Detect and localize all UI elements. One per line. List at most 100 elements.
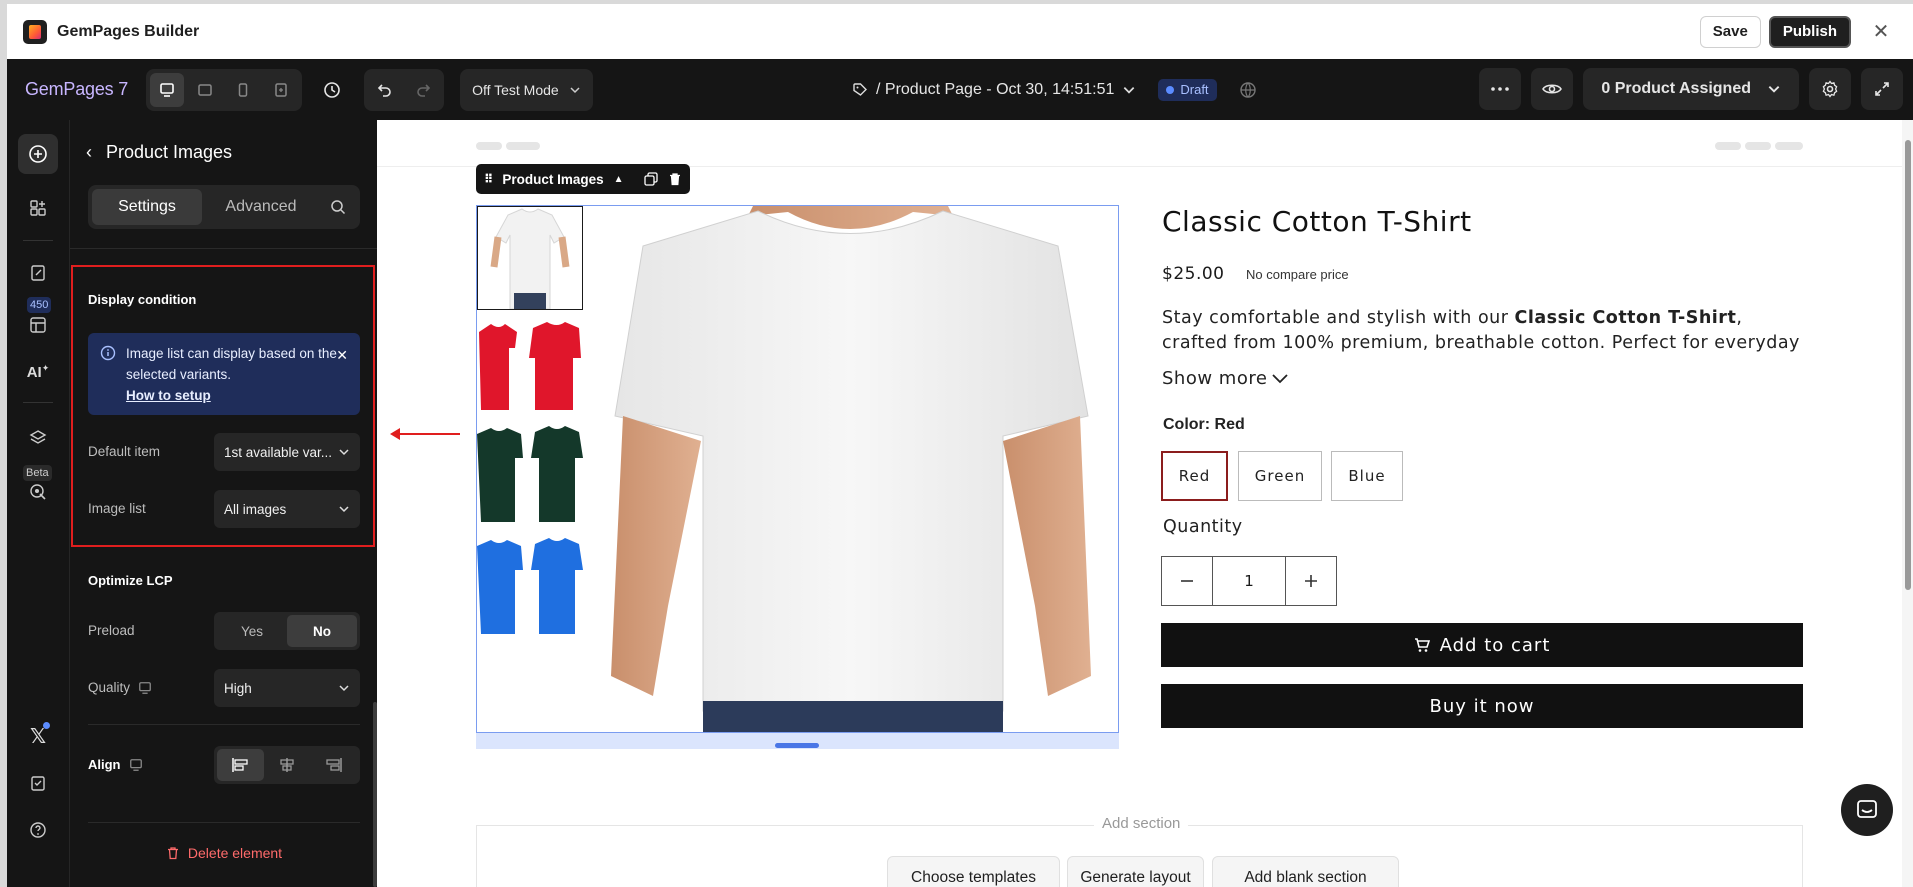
info-callout: Image list can display based on the sele… — [88, 333, 360, 415]
apps-icon[interactable] — [18, 188, 58, 228]
desktop-icon — [139, 681, 151, 694]
annotation-arrow — [390, 428, 460, 440]
skeleton-bar — [1775, 142, 1803, 150]
main-product-image[interactable] — [583, 206, 1118, 732]
product-title: Classic Cotton T-Shirt — [1162, 205, 1472, 238]
show-more-link[interactable]: Show more — [1162, 368, 1289, 389]
preload-yes-option[interactable]: Yes — [217, 615, 287, 647]
page-title: / Product Page - Oct 30, 14:51:51 — [876, 80, 1115, 98]
ai-icon[interactable]: AI ✦ — [18, 352, 58, 392]
delete-element-button[interactable]: Delete element — [70, 845, 378, 861]
tab-settings[interactable]: Settings — [92, 189, 202, 225]
close-icon[interactable]: ✕ — [336, 345, 348, 366]
info-text: Image list can display based on the sele… — [126, 346, 337, 382]
globe-icon[interactable] — [1239, 81, 1257, 99]
more-options-icon[interactable] — [1479, 68, 1522, 110]
device-switcher — [146, 68, 303, 111]
test-mode-dropdown[interactable]: Off Test Mode — [460, 68, 593, 111]
add-to-cart-button[interactable]: Add to cart — [1161, 623, 1803, 667]
page-canvas: ⠿ Product Images ▲ Classic Cotton T-Shir… — [377, 120, 1913, 887]
panel-title: Product Images — [106, 142, 233, 162]
variant-green[interactable]: Green — [1238, 451, 1322, 501]
desktop-icon[interactable] — [150, 72, 185, 107]
image-list-select[interactable]: All images — [214, 490, 360, 528]
how-to-setup-link[interactable]: How to setup — [126, 385, 348, 406]
brand-label: GemPages 7 — [25, 79, 129, 99]
product-assign-dropdown[interactable]: 0 Product Assigned — [1583, 68, 1799, 110]
page-title-dropdown[interactable]: / Product Page - Oct 30, 14:51:51 Draft — [852, 59, 1257, 120]
settings-panel: ‹ Product Images Settings Advanced Displ… — [69, 120, 378, 887]
canvas-scrollbar[interactable] — [1902, 120, 1913, 887]
trash-icon[interactable] — [668, 172, 682, 186]
quantity-input[interactable]: 1 — [1212, 557, 1286, 605]
fit-width-icon[interactable] — [264, 73, 298, 107]
undo-icon[interactable] — [368, 73, 402, 107]
product-images-element[interactable] — [476, 205, 1119, 733]
back-chevron-icon[interactable]: ‹ — [86, 142, 92, 163]
generate-layout-button[interactable]: Generate layout — [1067, 856, 1204, 887]
thumbnail-blue-shirt[interactable] — [477, 536, 583, 640]
element-resize-bar[interactable] — [476, 733, 1119, 749]
layout-icon[interactable] — [18, 305, 58, 345]
thumbnail-list — [477, 206, 583, 652]
drag-handle-icon[interactable]: ⠿ — [484, 172, 493, 186]
align-right-icon[interactable] — [310, 749, 357, 781]
decrement-button[interactable] — [1162, 557, 1212, 605]
checklist-icon[interactable] — [18, 763, 58, 803]
skeleton-bar — [506, 142, 540, 150]
target-icon[interactable] — [18, 472, 58, 512]
element-tag-bar[interactable]: ⠿ Product Images ▲ — [476, 164, 690, 194]
duplicate-icon[interactable] — [643, 172, 658, 186]
chat-support-icon[interactable] — [1841, 784, 1893, 836]
publish-button[interactable]: Publish — [1768, 15, 1851, 48]
skeleton-bar — [1715, 142, 1741, 150]
redo-icon[interactable] — [406, 73, 440, 107]
cart-icon — [1414, 638, 1430, 652]
search-icon[interactable] — [320, 189, 356, 225]
help-icon[interactable] — [18, 810, 58, 850]
preview-eye-icon[interactable] — [1531, 68, 1574, 110]
quality-label-row: Quality — [88, 680, 152, 695]
align-title: Align — [88, 757, 143, 772]
tablet-icon[interactable] — [188, 73, 222, 107]
fullscreen-icon[interactable] — [1861, 68, 1903, 110]
product-description: Stay comfortable and stylish with our Cl… — [1162, 308, 1800, 353]
chevron-down-icon — [339, 685, 349, 692]
close-icon[interactable]: ✕ — [1865, 16, 1897, 48]
add-element-icon[interactable] — [18, 134, 58, 174]
default-item-select[interactable]: 1st available var... — [214, 433, 360, 471]
status-badge: Draft — [1158, 78, 1217, 101]
resize-handle[interactable] — [775, 743, 819, 748]
tab-advanced[interactable]: Advanced — [202, 189, 320, 225]
chevron-down-icon — [570, 86, 580, 93]
buy-now-button[interactable]: Buy it now — [1161, 684, 1803, 728]
variant-blue[interactable]: Blue — [1331, 451, 1403, 501]
history-icon[interactable] — [312, 70, 352, 110]
settings-gear-icon[interactable] — [1809, 68, 1851, 110]
increment-button[interactable] — [1286, 557, 1336, 605]
quantity-stepper: 1 — [1161, 556, 1337, 606]
thumbnail-red-shirt[interactable] — [477, 318, 583, 422]
pages-icon[interactable] — [18, 253, 58, 293]
thumbnail-green-shirt[interactable] — [477, 424, 583, 528]
align-center-icon[interactable] — [264, 749, 311, 781]
optimize-lcp-title: Optimize LCP — [88, 573, 173, 588]
caret-up-icon[interactable]: ▲ — [614, 174, 624, 185]
tag-icon — [853, 82, 867, 96]
chevron-down-icon — [1768, 86, 1780, 93]
mobile-icon[interactable] — [226, 73, 260, 107]
save-button[interactable]: Save — [1699, 15, 1761, 48]
preload-no-option[interactable]: No — [287, 615, 357, 647]
x-integration-icon[interactable]: 𝕏 — [18, 716, 58, 756]
add-blank-section-button[interactable]: Add blank section — [1212, 856, 1399, 887]
align-left-icon[interactable] — [217, 749, 264, 781]
compare-price: No compare price — [1246, 267, 1349, 282]
test-mode-label: Off Test Mode — [472, 81, 559, 98]
quality-select[interactable]: High — [214, 669, 360, 707]
choose-templates-button[interactable]: Choose templates — [887, 856, 1060, 887]
assigned-label: 0 Product Assigned — [1601, 80, 1751, 97]
thumbnail-white-shirt[interactable] — [477, 206, 583, 310]
layers-icon[interactable] — [18, 418, 58, 458]
variant-red[interactable]: Red — [1161, 451, 1228, 501]
align-toggle — [214, 746, 360, 784]
